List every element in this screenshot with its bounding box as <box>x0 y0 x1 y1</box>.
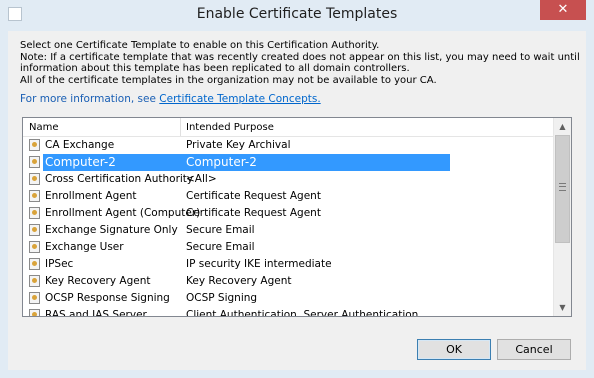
template-purpose: Client Authentication, Server Authentica… <box>186 309 419 317</box>
template-purpose: Private Key Archival <box>186 139 291 151</box>
certificate-template-icon <box>29 241 40 253</box>
dialog-body: Select one Certificate Template to enabl… <box>8 31 586 370</box>
scrollbar-grip-icon <box>559 183 566 191</box>
list-row[interactable]: Enrollment Agent Certificate Request Agen… <box>23 188 553 205</box>
template-list[interactable]: Name Intended Purpose CA Exchange Private… <box>22 117 572 317</box>
scroll-down-icon[interactable]: ▼ <box>554 299 571 316</box>
template-purpose: Key Recovery Agent <box>186 275 292 287</box>
list-row[interactable]: RAS and IAS Server Client Authentication,… <box>23 307 553 317</box>
certificate-template-icon <box>29 139 40 151</box>
certificate-template-icon <box>29 224 40 236</box>
window-title: Enable Certificate Templates <box>196 6 398 22</box>
more-info-prefix: For more information, see <box>20 93 160 105</box>
ok-button[interactable]: OK <box>417 339 491 360</box>
template-name: Exchange Signature Only <box>45 224 178 236</box>
certificate-template-icon <box>29 173 40 185</box>
list-header: Name Intended Purpose <box>23 118 553 137</box>
certificate-template-concepts-link[interactable]: Certificate Template Concepts. <box>159 93 320 105</box>
template-purpose: <All> <box>186 173 217 185</box>
list-row[interactable]: IPSec IP security IKE intermediate <box>23 256 553 273</box>
description-line-2: Note: If a certificate template that was… <box>20 51 580 63</box>
template-name: Computer-2 <box>45 155 116 169</box>
list-rows: CA Exchange Private Key Archival Computer-… <box>23 137 553 317</box>
certificate-template-icon <box>29 309 40 316</box>
template-purpose: Secure Email <box>186 241 255 253</box>
certificate-template-icon <box>29 156 40 168</box>
column-divider[interactable] <box>180 118 181 136</box>
template-purpose: Computer-2 <box>186 155 257 169</box>
template-name: Key Recovery Agent <box>45 275 151 287</box>
certificate-template-icon <box>29 275 40 287</box>
template-name: IPSec <box>45 258 74 270</box>
list-row[interactable]: OCSP Response Signing OCSP Signing <box>23 290 553 307</box>
scroll-up-icon[interactable]: ▲ <box>554 118 571 135</box>
certificate-template-icon <box>29 292 40 304</box>
description-line-3: information about this template has been… <box>20 63 410 74</box>
list-row[interactable]: Computer-2 Computer-2 <box>23 154 553 171</box>
template-name: Exchange User <box>45 241 124 253</box>
template-name: Enrollment Agent <box>45 190 137 202</box>
scrollbar-thumb[interactable] <box>555 135 570 243</box>
template-purpose: IP security IKE intermediate <box>186 258 332 270</box>
template-name: OCSP Response Signing <box>45 292 170 304</box>
certificate-template-icon <box>29 207 40 219</box>
title-bar[interactable]: Enable Certificate Templates ✕ <box>0 0 594 30</box>
description-line-1: Select one Certificate Template to enabl… <box>20 40 380 51</box>
certificate-template-icon <box>29 258 40 270</box>
list-row[interactable]: Exchange User Secure Email <box>23 239 553 256</box>
template-name: Enrollment Agent (Computer) <box>45 207 201 219</box>
description-line-4: All of the certificate templates in the … <box>20 74 437 86</box>
template-purpose: Certificate Request Agent <box>186 190 321 202</box>
template-purpose: Certificate Request Agent <box>186 207 321 219</box>
list-row[interactable]: Key Recovery Agent Key Recovery Agent <box>23 273 553 290</box>
column-header-name[interactable]: Name <box>29 122 59 133</box>
template-name: RAS and IAS Server <box>45 309 147 317</box>
more-info: For more information, see Certificate Te… <box>20 93 321 105</box>
cancel-button[interactable]: Cancel <box>497 339 571 360</box>
template-name: Cross Certification Authority <box>45 173 194 185</box>
template-purpose: Secure Email <box>186 224 255 236</box>
column-header-purpose[interactable]: Intended Purpose <box>186 122 274 133</box>
list-row[interactable]: Enrollment Agent (Computer) Certificate R… <box>23 205 553 222</box>
list-row[interactable]: Exchange Signature Only Secure Email <box>23 222 553 239</box>
template-purpose: OCSP Signing <box>186 292 258 304</box>
vertical-scrollbar[interactable]: ▲ ▼ <box>553 118 571 316</box>
certificate-template-icon <box>29 190 40 202</box>
description: Select one Certificate Template to enabl… <box>20 40 580 86</box>
list-row[interactable]: CA Exchange Private Key Archival <box>23 137 553 154</box>
template-name: CA Exchange <box>45 139 115 151</box>
list-row[interactable]: Cross Certification Authority <All> <box>23 171 553 188</box>
dialog-window: Enable Certificate Templates ✕ Select on… <box>0 0 594 378</box>
close-button[interactable]: ✕ <box>540 0 586 20</box>
